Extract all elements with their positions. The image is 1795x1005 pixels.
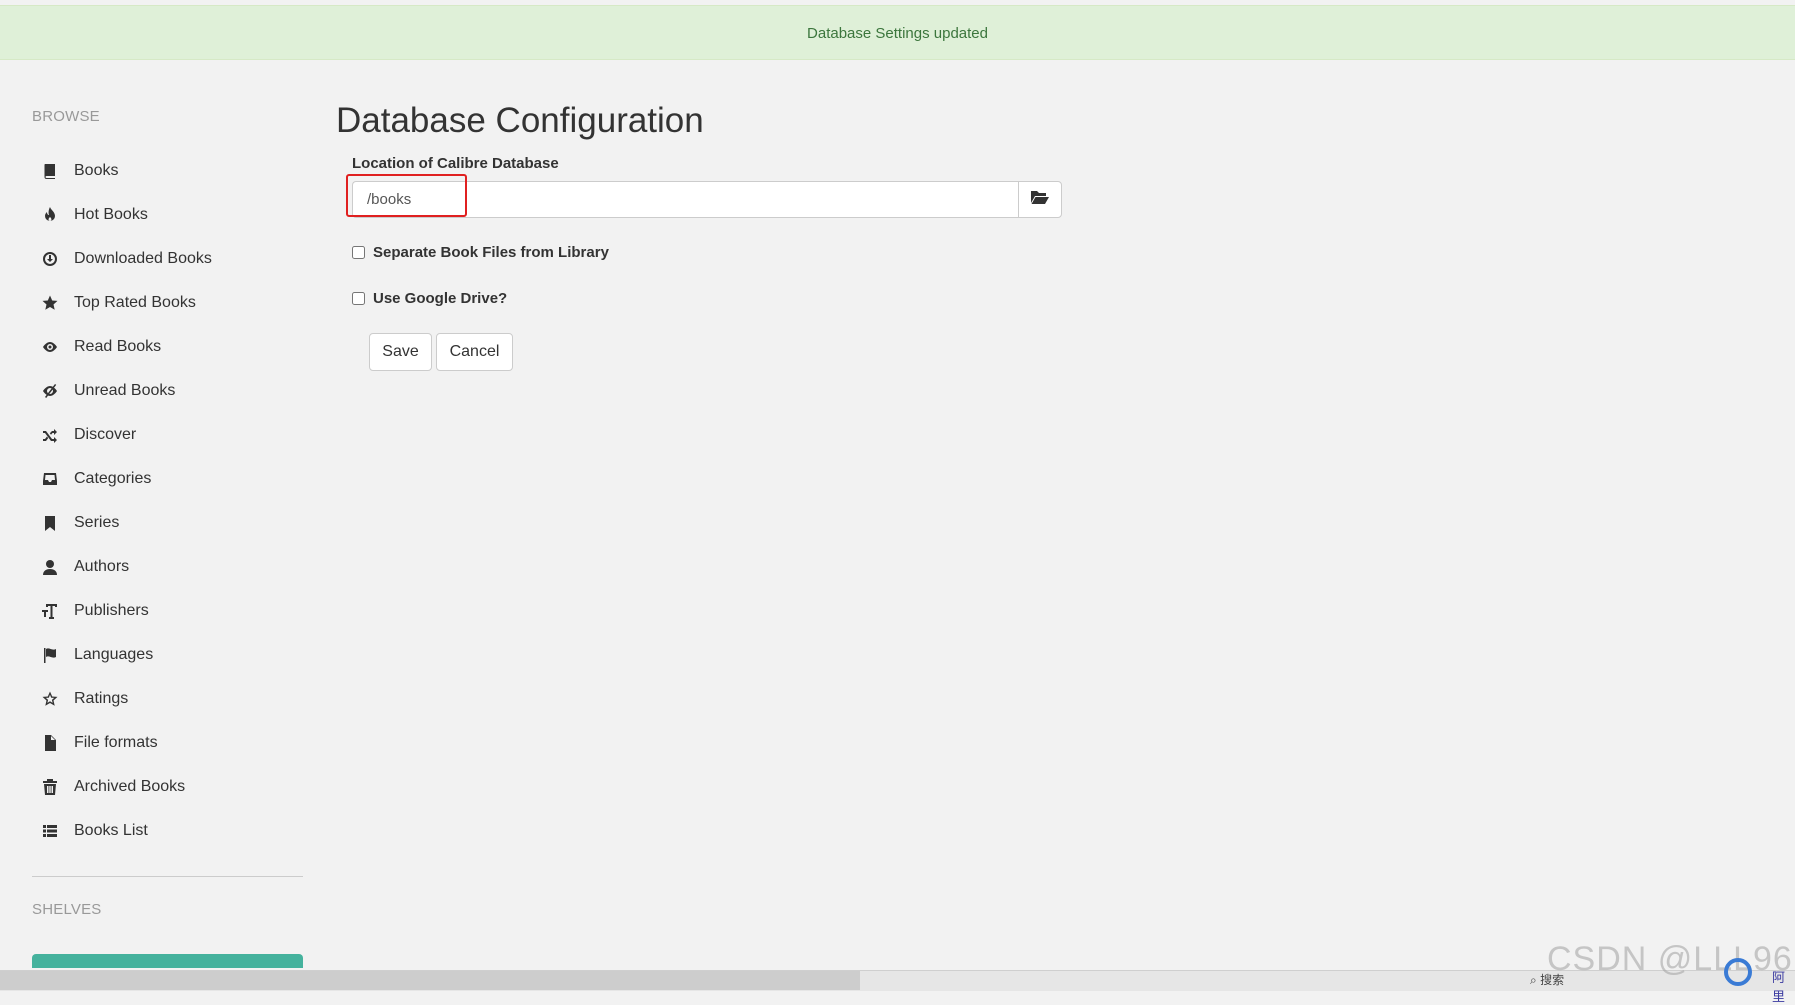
save-button[interactable]: Save [369,333,432,371]
sidebar-item-books-list[interactable]: Books List [40,816,300,846]
create-shelf-button[interactable] [32,954,303,968]
sidebar-item-authors[interactable]: Authors [40,552,300,582]
trash-icon [40,778,60,796]
sidebar-item-label: Top Rated Books [74,294,196,311]
inbox-icon [40,470,60,488]
sidebar-item-ratings[interactable]: Ratings [40,684,300,714]
sidebar-item-label: Hot Books [74,206,148,223]
sidebar-item-label: Books [74,162,119,179]
sidebar: BROWSE Books Hot Books Downloaded Books … [0,60,310,970]
watermark: CSDN @LLL96 [1547,940,1793,978]
sidebar-item-label: Unread Books [74,382,176,399]
sidebar-item-label: Categories [74,470,152,487]
sidebar-item-hot-books[interactable]: Hot Books [40,200,300,230]
eye-icon [40,338,60,356]
sidebar-item-label: Downloaded Books [74,250,212,267]
separate-files-label: Separate Book Files from Library [373,244,609,261]
cancel-button[interactable]: Cancel [436,333,513,371]
google-drive-label: Use Google Drive? [373,290,508,307]
separate-files-option[interactable]: Separate Book Files from Library [352,244,609,261]
google-drive-checkbox[interactable] [352,292,365,305]
sidebar-item-file-formats[interactable]: File formats [40,728,300,758]
location-label: Location of Calibre Database [352,155,559,172]
sidebar-item-categories[interactable]: Categories [40,464,300,494]
sidebar-item-languages[interactable]: Languages [40,640,300,670]
sidebar-item-archived-books[interactable]: Archived Books [40,772,300,802]
alert-message: Database Settings updated [807,25,988,42]
location-input-group [352,181,1062,218]
sidebar-item-label: Books List [74,822,148,839]
user-icon [40,558,60,576]
sidebar-item-label: Languages [74,646,154,663]
list-icon [40,822,60,840]
eye-slash-icon [40,382,60,400]
browse-folder-button[interactable] [1018,181,1062,218]
star-empty-icon [40,690,60,708]
success-alert: Database Settings updated [0,5,1795,60]
tray-app-icon[interactable] [1724,958,1752,986]
download-icon [40,250,60,268]
sidebar-item-discover[interactable]: Discover [40,420,300,450]
sidebar-item-top-rated-books[interactable]: Top Rated Books [40,288,300,318]
sidebar-item-label: Read Books [74,338,162,355]
sidebar-item-label: Ratings [74,690,129,707]
sidebar-item-publishers[interactable]: Publishers [40,596,300,626]
file-icon [40,734,60,752]
star-icon [40,294,60,312]
tray-text: 阿里 [1772,970,1786,1004]
fire-icon [40,206,60,224]
shelves-header: SHELVES [32,901,102,918]
bookmark-icon [40,514,60,532]
sidebar-item-downloaded-books[interactable]: Downloaded Books [40,244,300,274]
flag-icon [40,646,60,664]
sidebar-item-label: Archived Books [74,778,186,795]
sidebar-item-label: Series [74,514,120,531]
sidebar-item-read-books[interactable]: Read Books [40,332,300,362]
taskbar-left [0,971,860,990]
sidebar-item-books[interactable]: Books [40,156,300,186]
book-icon [40,162,60,180]
sidebar-item-label: File formats [74,734,158,751]
google-drive-option[interactable]: Use Google Drive? [352,290,507,307]
shuffle-icon [40,426,60,444]
page-title: Database Configuration [336,101,704,140]
browse-header: BROWSE [32,108,100,125]
search-icon: ⌕ [1530,973,1537,987]
sidebar-item-series[interactable]: Series [40,508,300,538]
sidebar-item-unread-books[interactable]: Unread Books [40,376,300,406]
folder-open-icon [1030,189,1050,210]
database-location-input[interactable] [352,181,1018,218]
sidebar-item-label: Authors [74,558,130,575]
sidebar-item-label: Publishers [74,602,149,619]
separate-files-checkbox[interactable] [352,246,365,259]
sidebar-item-label: Discover [74,426,137,443]
sidebar-divider [32,876,303,877]
text-size-icon [40,602,60,620]
